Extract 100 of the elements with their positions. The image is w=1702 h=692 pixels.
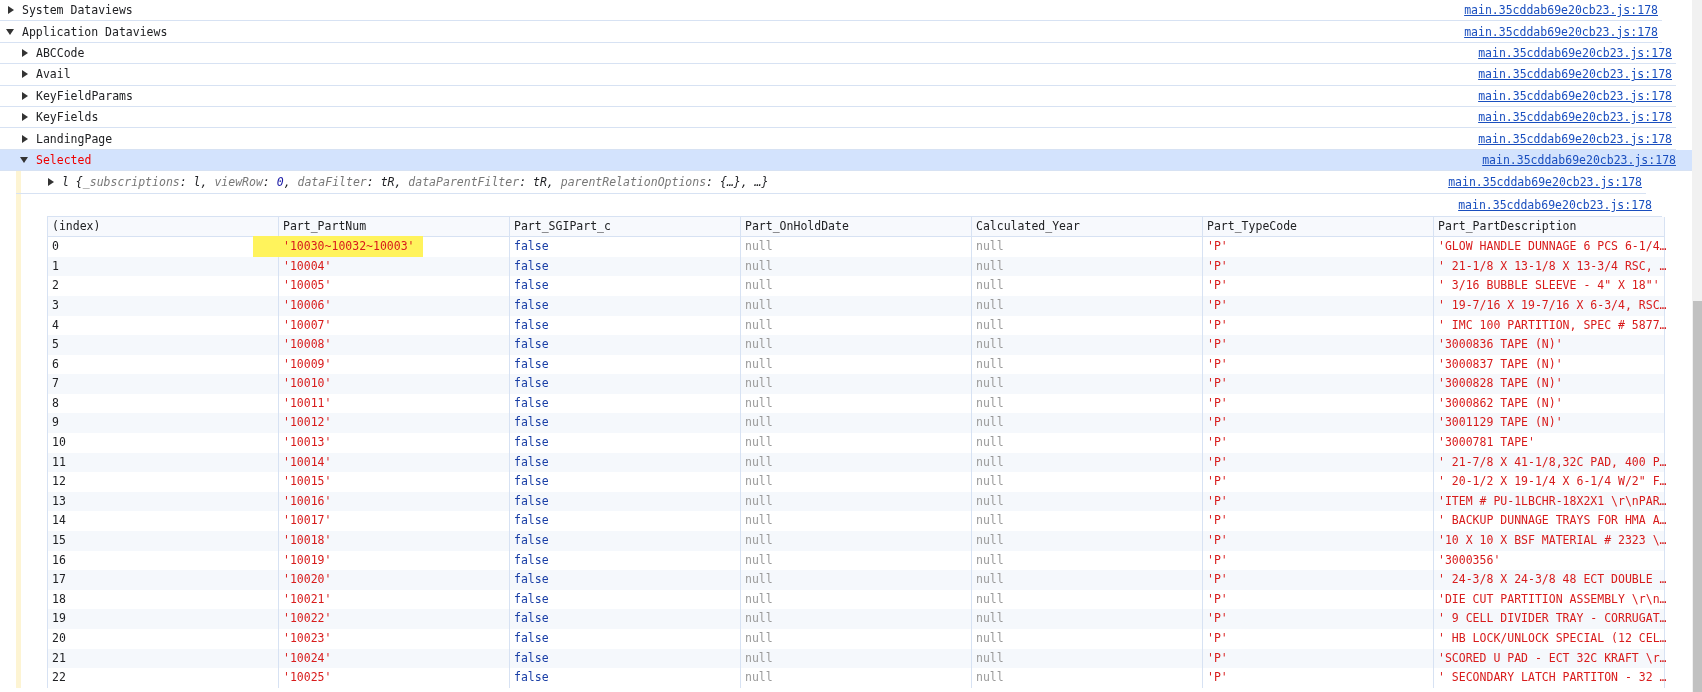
expand-triangle-icon[interactable]	[22, 70, 28, 79]
table-cell: '10020'	[279, 570, 510, 590]
table-cell: 'P'	[1203, 413, 1434, 434]
expand-triangle-icon[interactable]	[22, 134, 28, 143]
group-label[interactable]: LandingPage	[36, 131, 113, 146]
table-cell: null	[972, 648, 1203, 669]
source-link[interactable]: main.35cddab69e20cb23.js:178	[1478, 131, 1672, 146]
source-link[interactable]: main.35cddab69e20cb23.js:178	[1482, 152, 1676, 167]
scrollbar-thumb[interactable]	[1693, 301, 1702, 692]
table-cell: '10016'	[279, 491, 510, 512]
table-cell: 'GLOW HANDLE DUNNAGE 6 PCS 6-1/4…	[1434, 237, 1665, 257]
table-cell: 11	[48, 452, 279, 473]
table-cell: null	[972, 256, 1203, 277]
table-cell: null	[741, 374, 972, 394]
table-cell: 2	[48, 276, 279, 296]
expand-triangle-icon[interactable]	[20, 156, 28, 163]
column-header[interactable]: Part_SGIPart_c	[510, 217, 741, 238]
table-cell: null	[972, 295, 1203, 316]
column-header[interactable]: Part_PartNum	[279, 217, 510, 238]
table-cell: null	[741, 276, 972, 296]
table-cell: 'P'	[1203, 276, 1434, 296]
group-label[interactable]: ABCCode	[36, 45, 85, 60]
table-cell: false	[510, 491, 741, 512]
table-cell: null	[741, 491, 972, 512]
source-link[interactable]: main.35cddab69e20cb23.js:178	[1478, 67, 1672, 82]
expand-triangle-icon[interactable]	[8, 6, 14, 15]
table-cell: 'P'	[1203, 629, 1434, 649]
scrollbar[interactable]	[1692, 0, 1702, 692]
table-cell: null	[972, 374, 1203, 394]
table-cell: null	[741, 295, 972, 316]
table-cell: 'P'	[1203, 472, 1434, 492]
table-cell: 'P'	[1203, 531, 1434, 551]
table-cell: null	[741, 256, 972, 277]
table-cell: null	[972, 276, 1203, 296]
table-cell: false	[510, 276, 741, 296]
table-cell: null	[972, 609, 1203, 629]
table-cell: 'P'	[1203, 570, 1434, 590]
source-link[interactable]: main.35cddab69e20cb23.js:178	[1464, 3, 1658, 18]
table-cell: ' 3/16 BUBBLE SLEEVE - 4" X 18"'	[1434, 276, 1665, 296]
source-link[interactable]: main.35cddab69e20cb23.js:178	[1478, 110, 1672, 125]
expand-triangle-icon[interactable]	[22, 113, 28, 122]
table-cell: '3000836 TAPE (N)'	[1434, 335, 1665, 355]
group-label[interactable]: Avail	[36, 67, 71, 82]
object-preview: l {_subscriptions: l, viewRow: 0, dataFilter: tR, dataParentFilter: tR, parentRelationOptions: {…}, …}	[62, 175, 769, 190]
table-cell: null	[972, 491, 1203, 512]
table-cell: null	[972, 570, 1203, 590]
table-cell: 'P'	[1203, 237, 1434, 257]
table-cell: 19	[48, 609, 279, 629]
table-cell: ' 9 CELL DIVIDER TRAY - CORRUGAT…	[1434, 609, 1665, 629]
source-link[interactable]: main.35cddab69e20cb23.js:178	[1458, 198, 1652, 213]
table-cell: '10024'	[279, 648, 510, 669]
table-cell: 7	[48, 374, 279, 394]
table-cell: '10004'	[279, 256, 510, 277]
column-header[interactable]: (index)	[48, 217, 279, 238]
source-link[interactable]: main.35cddab69e20cb23.js:178	[1478, 88, 1672, 103]
column-header[interactable]: Part_PartDescription	[1434, 217, 1665, 238]
table-cell: null	[741, 629, 972, 649]
table-cell: 'P'	[1203, 433, 1434, 453]
source-link[interactable]: main.35cddab69e20cb23.js:178	[1464, 24, 1658, 39]
table-cell: false	[510, 648, 741, 669]
table-cell: null	[741, 452, 972, 473]
table-cell: ' HB LOCK/UNLOCK SPECIAL (12 CEL…	[1434, 629, 1665, 649]
table-cell: 'P'	[1203, 609, 1434, 629]
table-cell: 15	[48, 531, 279, 551]
column-header[interactable]: Part_TypeCode	[1203, 217, 1434, 238]
expand-triangle-icon[interactable]	[22, 91, 28, 100]
table-cell: 'P'	[1203, 256, 1434, 277]
table-cell: 'P'	[1203, 295, 1434, 316]
expand-triangle-icon[interactable]	[22, 48, 28, 57]
table-cell: 'P'	[1203, 452, 1434, 473]
group-label[interactable]: System Dataviews	[22, 3, 133, 18]
table-cell: 10	[48, 433, 279, 453]
table-cell: 'P'	[1203, 491, 1434, 512]
expand-triangle-icon[interactable]	[6, 28, 14, 35]
table-cell: false	[510, 570, 741, 590]
source-link[interactable]: main.35cddab69e20cb23.js:178	[1478, 45, 1672, 60]
table-cell: 1	[48, 256, 279, 277]
table-cell: '10023'	[279, 629, 510, 649]
table-cell: '10030~10032~10003'	[283, 239, 415, 254]
table-cell: false	[510, 295, 741, 316]
table-cell: '10006'	[279, 295, 510, 316]
table-cell: ' 21-1/8 X 13-1/8 X 13-3/4 RSC, …	[1434, 256, 1665, 277]
table-cell: null	[972, 452, 1203, 473]
source-link[interactable]: main.35cddab69e20cb23.js:178	[1448, 175, 1642, 190]
table-cell: ' SECONDARY LATCH PARTITON - 32 …	[1434, 668, 1665, 688]
table-cell: false	[510, 452, 741, 473]
column-header[interactable]: Calculated_Year	[972, 217, 1203, 238]
table-cell: false	[510, 629, 741, 649]
group-label[interactable]: Application Dataviews	[22, 24, 168, 39]
table-cell: 12	[48, 472, 279, 492]
table-cell: null	[741, 609, 972, 629]
table-cell: 'ITEM # PU-1LBCHR-18X2X1 \r\nPAR…	[1434, 491, 1665, 512]
table-cell: '10015'	[279, 472, 510, 492]
group-label[interactable]: KeyFieldParams	[36, 88, 133, 103]
table-cell: 17	[48, 570, 279, 590]
expand-triangle-icon[interactable]	[48, 178, 54, 187]
table-cell: null	[972, 433, 1203, 453]
table-cell: 'P'	[1203, 374, 1434, 394]
group-label[interactable]: KeyFields	[36, 110, 99, 125]
column-header[interactable]: Part_OnHoldDate	[741, 217, 972, 238]
